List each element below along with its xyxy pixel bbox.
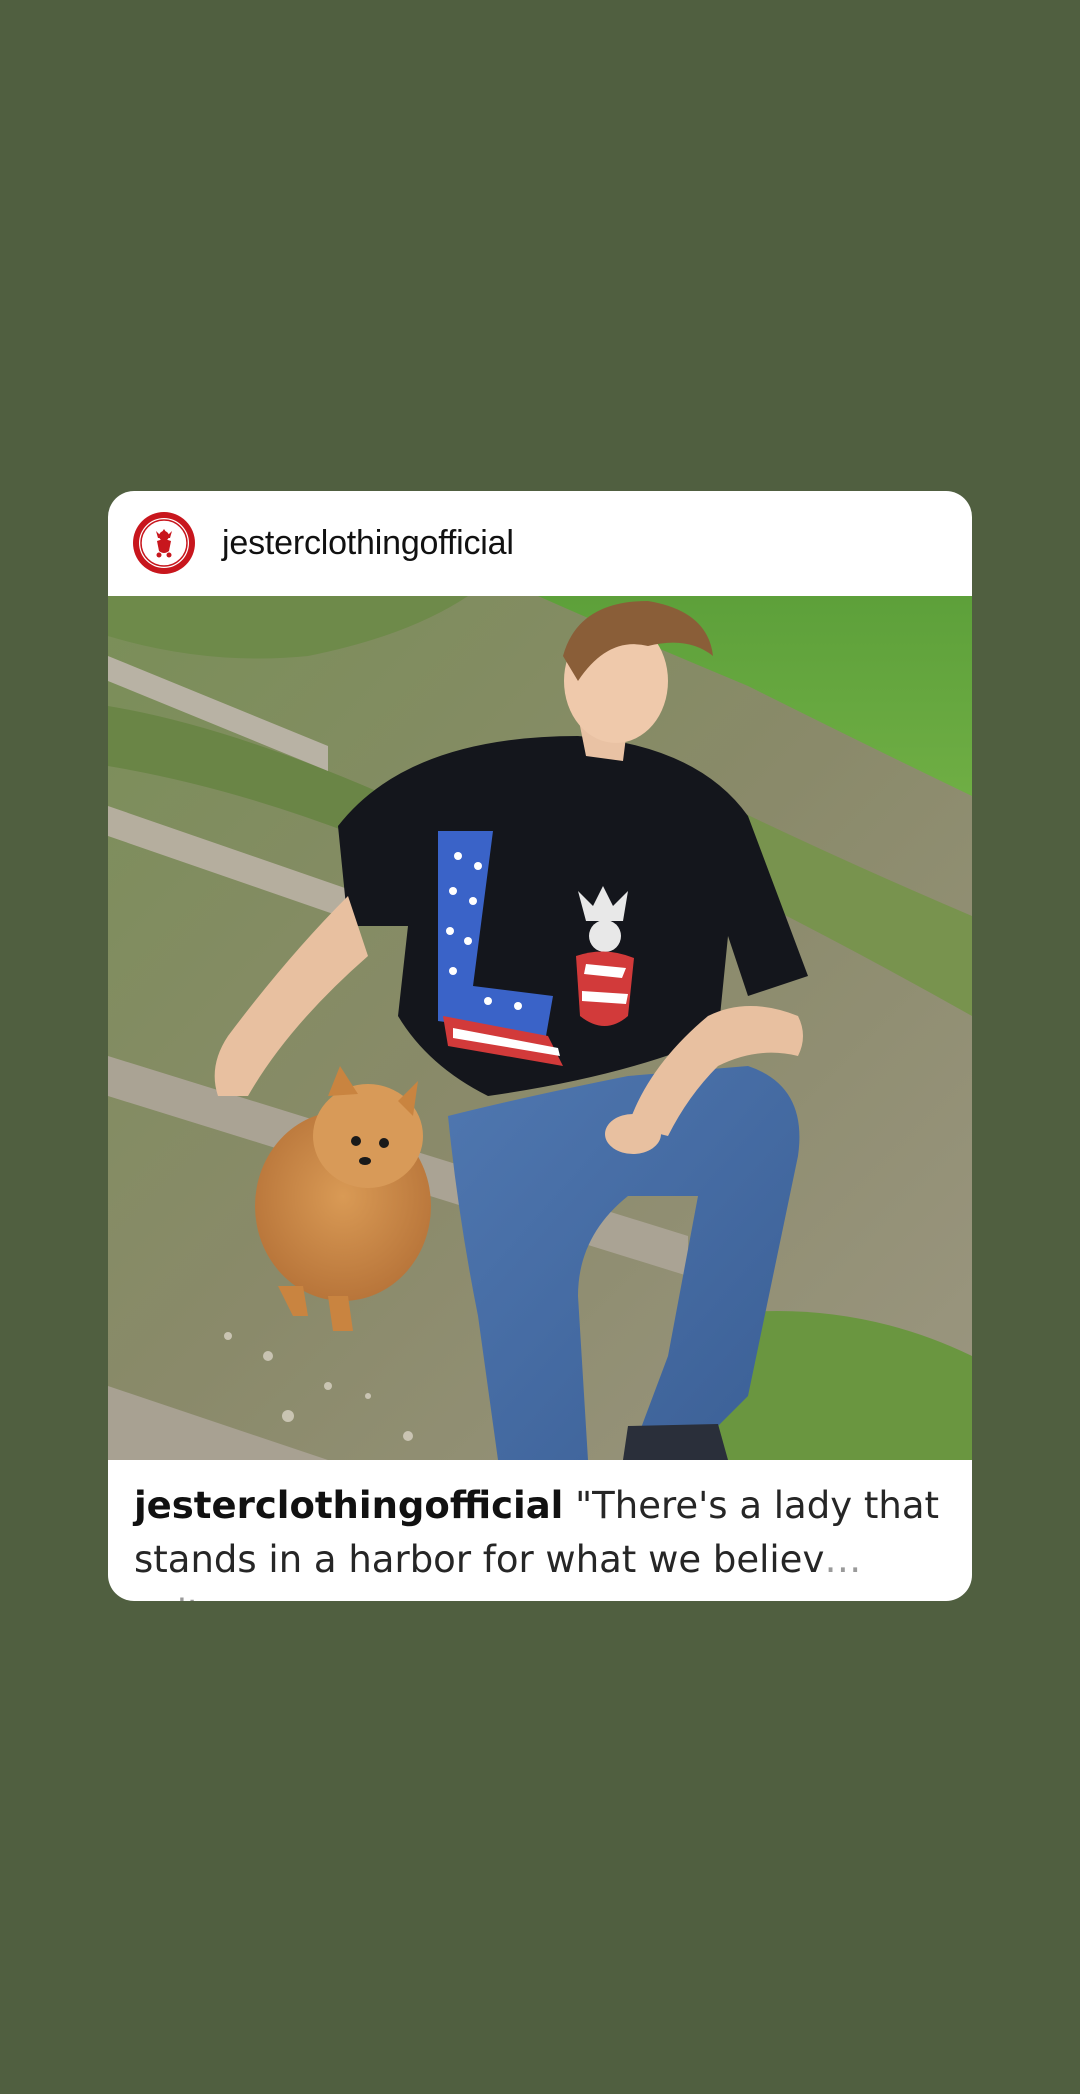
avatar[interactable] (132, 511, 196, 575)
photo-boy-with-dog-on-stairs-icon (108, 596, 972, 1460)
jester-clothing-logo-icon (133, 512, 195, 574)
caption-more-link[interactable]: suite (134, 1592, 224, 1601)
post-username[interactable]: jesterclothingofficial (222, 521, 514, 565)
post-caption: jesterclothingofficial "There's a lady t… (134, 1479, 954, 1601)
post-card: jesterclothingofficial jesterclothingoff… (108, 491, 972, 1601)
post-header: jesterclothingofficial (108, 491, 972, 596)
caption-username[interactable]: jesterclothingofficial (134, 1484, 563, 1527)
post-image[interactable] (108, 596, 972, 1460)
caption-ellipsis: … (824, 1538, 862, 1581)
